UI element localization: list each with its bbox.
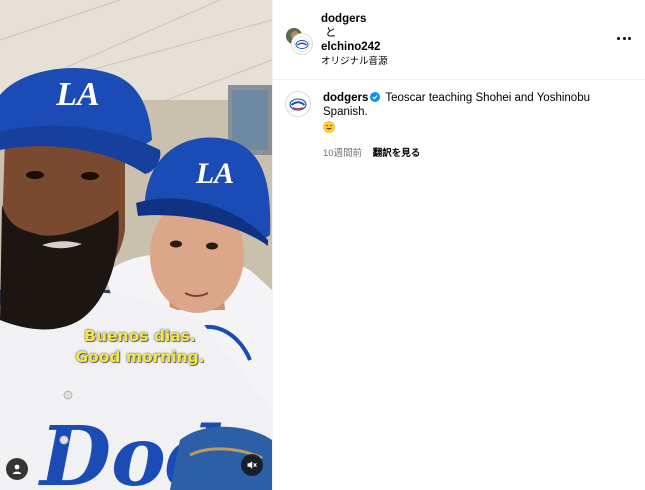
caption-line-1: Buenos dias. (84, 327, 196, 345)
see-translation-link[interactable]: 翻訳を見る (373, 148, 421, 159)
header-conjunction: と (325, 27, 337, 39)
dodgers-logo-icon (288, 94, 308, 114)
speaker-muted-icon (247, 461, 257, 469)
verified-badge-icon (370, 92, 381, 102)
post-timestamp[interactable]: 10週間前 (323, 148, 362, 159)
person-icon (12, 464, 22, 474)
collab-avatars[interactable] (285, 27, 313, 55)
cap-logo-left: LA (55, 76, 99, 113)
header-username-elchino242[interactable]: elchino242 (321, 40, 388, 54)
post-header: dodgers と elchino242 オリジナル音源 (273, 0, 645, 80)
grinning-sweat-emoji-icon (323, 121, 335, 133)
media-panel[interactable]: LA Dode LA Buenos dias. Good morning. (0, 0, 272, 490)
video-frame: LA Dode LA (0, 0, 272, 490)
video-caption: Buenos dias. Good morning. (0, 326, 272, 368)
avatar-dodgers-small[interactable] (292, 34, 312, 54)
more-options-button[interactable] (613, 30, 635, 46)
mute-button[interactable] (241, 454, 263, 476)
post-username[interactable]: dodgers (323, 92, 368, 104)
post-caption: dodgers Teoscar teaching Shohei and Yosh… (323, 91, 633, 135)
dodgers-logo-icon (294, 36, 310, 52)
original-audio-link[interactable]: オリジナル音源 (321, 55, 388, 69)
more-horizontal-icon (617, 36, 620, 40)
cap-logo-right: LA (195, 157, 234, 190)
post-caption-block: dodgers Teoscar teaching Shohei and Yosh… (273, 80, 645, 159)
caption-line-2: Good morning. (75, 348, 205, 366)
post-detail-panel: dodgers と elchino242 オリジナル音源 dodgers Teo… (272, 0, 645, 490)
post-meta: 10週間前 翻訳を見る (323, 145, 633, 159)
post-author-avatar[interactable] (285, 91, 311, 117)
collab-header-text: dodgers と elchino242 オリジナル音源 (321, 12, 388, 69)
header-username-dodgers[interactable]: dodgers (321, 12, 388, 26)
user-tag-button[interactable] (6, 458, 28, 480)
